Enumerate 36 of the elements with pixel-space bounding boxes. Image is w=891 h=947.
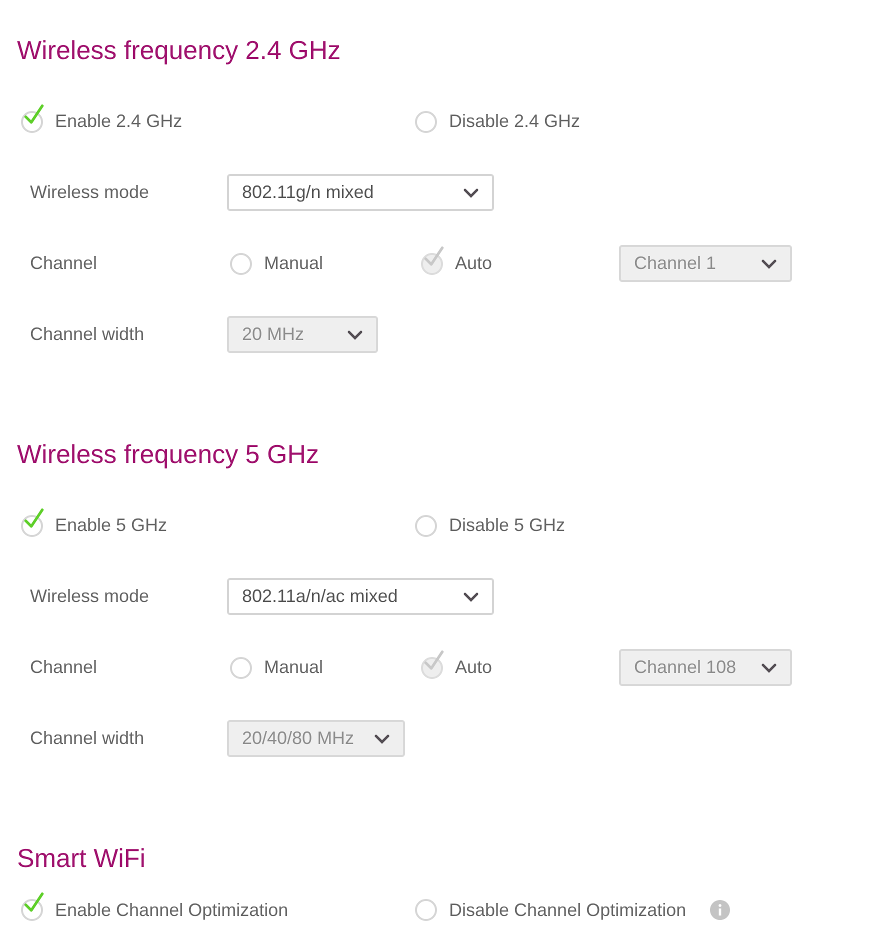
field-label: Channel bbox=[30, 657, 98, 677]
option-label: Enable Channel Optimization bbox=[55, 898, 288, 922]
checkmark-icon bbox=[23, 506, 45, 530]
checkmark-icon bbox=[423, 244, 445, 268]
field-label: Wireless mode bbox=[30, 182, 150, 202]
checked-radio[interactable] bbox=[21, 506, 45, 536]
checked-radio[interactable] bbox=[21, 102, 45, 132]
dropdown[interactable]: 802.11a/n/ac mixed bbox=[227, 578, 494, 615]
option-label: Enable 5 GHz bbox=[55, 514, 168, 537]
field-label: Channel bbox=[30, 253, 98, 273]
chevron-icon bbox=[761, 662, 777, 672]
option-label: Manual bbox=[264, 656, 324, 679]
section-title: Wireless frequency 2.4 GHz bbox=[17, 34, 341, 66]
field-label: Channel width bbox=[30, 324, 144, 344]
section-title: Wireless frequency 5 GHz bbox=[17, 438, 319, 470]
checkmark-icon bbox=[23, 891, 45, 915]
checkmark-icon bbox=[23, 102, 45, 126]
chevron-icon bbox=[374, 734, 390, 744]
checkmark-icon bbox=[423, 648, 445, 672]
option-label: Auto bbox=[455, 656, 492, 679]
chevron-icon bbox=[347, 330, 363, 340]
section-title: Smart WiFi bbox=[17, 842, 146, 874]
info-icon[interactable] bbox=[710, 900, 730, 920]
chevron-icon bbox=[761, 258, 777, 268]
option-label: Enable 2.4 GHz bbox=[55, 110, 182, 133]
dropdown[interactable]: 802.11g/n mixed bbox=[227, 174, 494, 211]
option-label: Disable 5 GHz bbox=[449, 514, 566, 537]
option-label: Disable Channel Optimization bbox=[449, 898, 686, 922]
chevron-icon bbox=[463, 592, 479, 602]
field-label: Channel width bbox=[30, 728, 144, 748]
option-label: Disable 2.4 GHz bbox=[449, 110, 580, 133]
option-label: Auto bbox=[455, 252, 492, 275]
chevron-icon bbox=[463, 188, 479, 198]
field-label: Wireless mode bbox=[30, 586, 150, 606]
checked-radio[interactable] bbox=[21, 891, 45, 921]
option-label: Manual bbox=[264, 252, 324, 275]
